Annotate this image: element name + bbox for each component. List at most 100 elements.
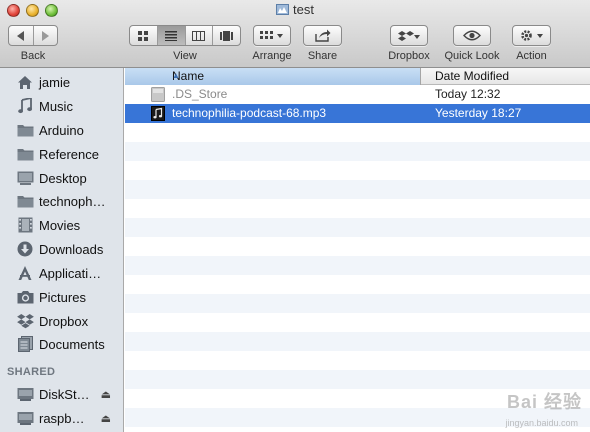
empty-row [125, 123, 590, 142]
file-row-podcast-mp3[interactable]: technophilia-podcast-68.mp3 Yesterday 18… [125, 104, 590, 123]
back-label: Back [20, 50, 46, 62]
sidebar-item-label: technoph… [39, 193, 106, 209]
sidebar-item-label: Arduino [39, 122, 84, 138]
eye-icon [463, 30, 481, 41]
empty-row [125, 370, 590, 389]
sidebar-item-dropbox[interactable]: Dropbox [0, 310, 124, 332]
network-drive-icon [16, 409, 34, 427]
action-button[interactable] [512, 25, 551, 46]
empty-row [125, 256, 590, 275]
arrange-label: Arrange [252, 50, 292, 62]
folder-icon [16, 192, 34, 210]
view-mode-control [129, 25, 241, 46]
share-label: Share [307, 50, 338, 62]
sidebar-item-downloads[interactable]: Downloads [0, 238, 124, 260]
empty-row [125, 161, 590, 180]
sidebar-item-movies[interactable]: Movies [0, 214, 124, 236]
quicklook-button[interactable] [453, 25, 491, 46]
forward-button[interactable] [34, 26, 58, 45]
sidebar-item-label: Movies [39, 217, 81, 233]
sidebar-item-label: jamie [39, 74, 71, 90]
sidebar-item-documents[interactable]: Documents [0, 333, 124, 355]
arrange-button[interactable] [253, 25, 291, 46]
forward-arrow-icon [42, 30, 50, 41]
sidebar-item-reference[interactable]: Reference [0, 143, 124, 165]
back-forward-control [8, 25, 58, 46]
applications-icon [16, 264, 34, 282]
list-view-icon [165, 30, 178, 41]
generic-file-icon [151, 87, 165, 102]
network-drive-icon [16, 385, 34, 403]
desktop-icon [16, 169, 34, 187]
empty-row [125, 142, 590, 161]
download-icon [16, 240, 34, 258]
column-header-date-modified[interactable]: Date Modified [422, 68, 590, 85]
file-list: Name ▲ Date Modified .DS_Store Today 12:… [125, 68, 590, 432]
empty-row [125, 180, 590, 199]
home-icon [16, 73, 34, 91]
file-row-ds-store[interactable]: .DS_Store Today 12:32 [125, 85, 590, 104]
column-view-icon [192, 30, 206, 41]
back-arrow-icon [16, 30, 24, 41]
column-header-name[interactable]: Name ▲ [125, 68, 421, 85]
empty-row [125, 237, 590, 256]
cover-flow-button[interactable] [213, 26, 240, 45]
folder-icon [16, 145, 34, 163]
eject-icon[interactable]: ⏏ [101, 412, 111, 425]
audio-file-icon [151, 106, 165, 121]
empty-row [125, 294, 590, 313]
film-icon [16, 216, 34, 234]
column-date-label: Date Modified [435, 69, 510, 83]
file-rows: .DS_Store Today 12:32 technophilia-podca… [125, 85, 590, 427]
back-button[interactable] [9, 26, 34, 45]
column-view-button[interactable] [186, 26, 214, 45]
sidebar-item-music[interactable]: Music [0, 95, 124, 117]
sidebar-item-pictures[interactable]: Pictures [0, 286, 124, 308]
sidebar-item-desktop[interactable]: Desktop [0, 167, 124, 189]
eject-icon[interactable]: ⏏ [101, 388, 111, 401]
folder-proxy-icon[interactable] [276, 3, 290, 16]
view-label: View [173, 50, 197, 62]
sidebar-item-raspberrypi[interactable]: raspb… ⏏ [0, 407, 124, 429]
documents-icon [16, 335, 34, 353]
sidebar-item-applications[interactable]: Applicati… [0, 262, 124, 284]
sidebar-item-arduino[interactable]: Arduino [0, 119, 124, 141]
music-note-icon [16, 97, 34, 115]
file-date-modified: Today 12:32 [435, 87, 501, 101]
sidebar-item-label: DiskSt… [39, 386, 90, 402]
sidebar-item-label: Music [39, 98, 73, 114]
sidebar-item-label: Downloads [39, 241, 104, 257]
file-name: technophilia-podcast-68.mp3 [172, 106, 327, 120]
sidebar-item-diskstation[interactable]: DiskSt… ⏏ [0, 383, 124, 405]
sidebar-item-label: Applicati… [39, 265, 102, 281]
sidebar: jamie Music Arduino Reference Desktop te… [0, 68, 124, 432]
list-view-button[interactable] [157, 26, 186, 45]
quicklook-label: Quick Look [444, 50, 500, 62]
empty-row [125, 332, 590, 351]
empty-row [125, 218, 590, 237]
sidebar-item-label: Reference [39, 146, 99, 162]
cover-flow-icon [220, 30, 234, 41]
sidebar-item-technophilia[interactable]: technoph… [0, 190, 124, 212]
icon-view-button[interactable] [130, 26, 158, 45]
file-date-modified: Yesterday 18:27 [435, 106, 522, 120]
sidebar-item-label: Documents [39, 336, 105, 352]
share-button[interactable] [303, 25, 342, 46]
gear-icon [520, 30, 543, 41]
sidebar-item-jamie[interactable]: jamie [0, 71, 124, 93]
sidebar-item-label: Pictures [39, 289, 86, 305]
dropbox-toolbar-button[interactable] [390, 25, 428, 46]
empty-row [125, 275, 590, 294]
sidebar-item-label: raspb… [39, 410, 85, 426]
sidebar-item-label: Dropbox [39, 313, 89, 329]
window-toolbar: test Back View Arrange Share Dropbox Qui… [0, 0, 590, 68]
sort-ascending-icon: ▲ [172, 71, 180, 80]
action-label: Action [516, 50, 547, 62]
empty-row [125, 199, 590, 218]
icon-view-icon [138, 30, 149, 41]
window-title: test [0, 2, 590, 17]
dropbox-icon [16, 312, 34, 330]
folder-icon [16, 121, 34, 139]
dropbox-icon [398, 30, 420, 41]
column-header-row: Name ▲ Date Modified [125, 68, 590, 85]
